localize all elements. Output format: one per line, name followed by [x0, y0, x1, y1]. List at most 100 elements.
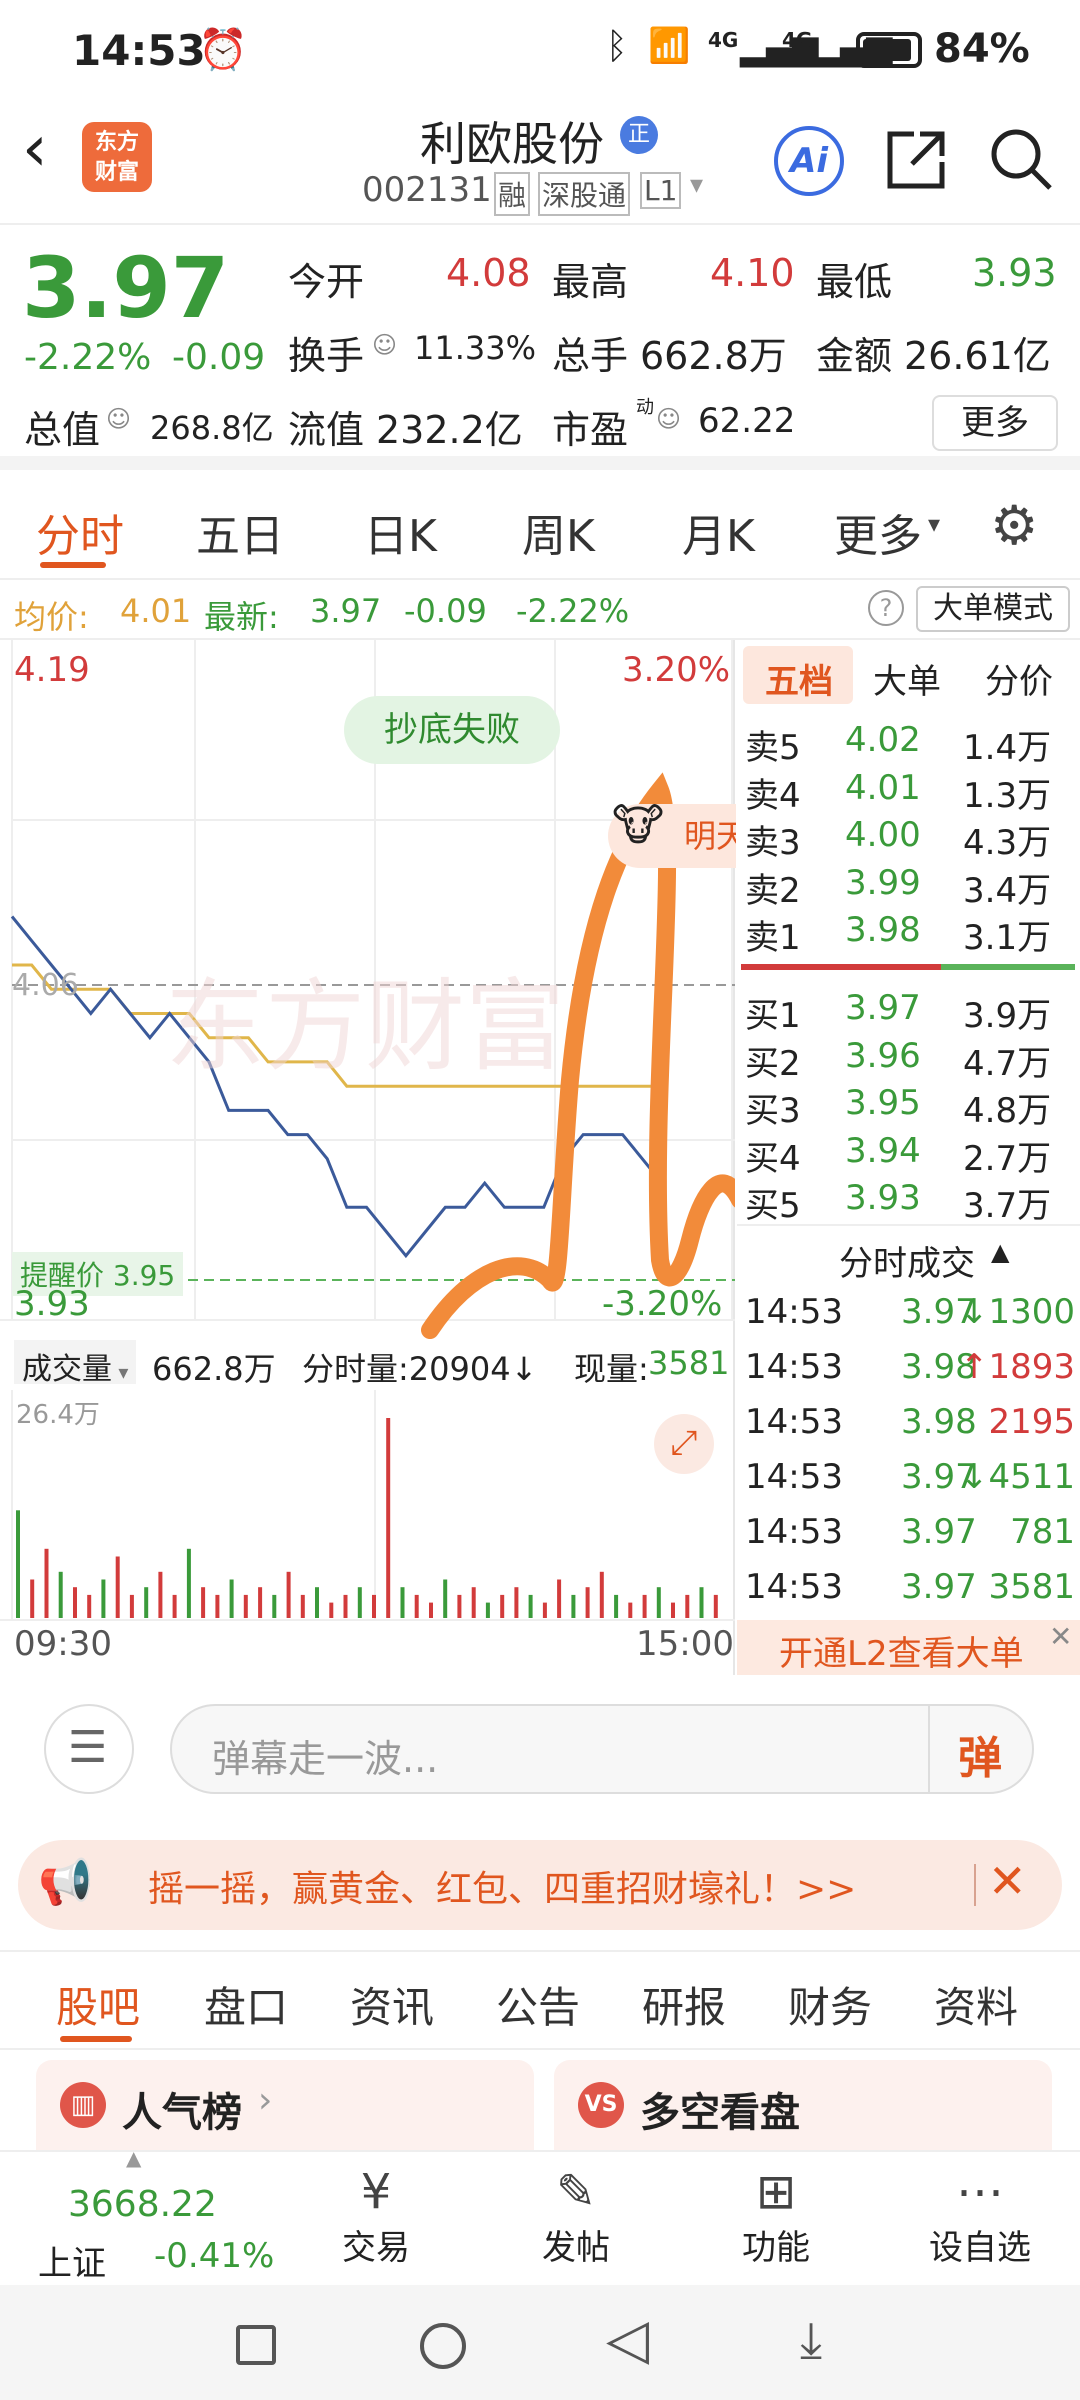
ask-row[interactable]: 卖2 3.99 3.4万 — [745, 863, 1075, 911]
last-value: 3.97 — [310, 592, 382, 630]
mktcap-value: 268.8亿 — [150, 409, 274, 447]
chart-bar-icon: ▥ — [60, 2082, 106, 2128]
bid-row[interactable]: 买3 3.95 4.8万 — [745, 1083, 1075, 1131]
close-icon[interactable]: ✕ — [1049, 1620, 1072, 1653]
bid-volume: 3.7万 — [963, 1186, 1052, 1226]
index-name: 上证 — [38, 2244, 106, 2284]
recents-icon[interactable] — [236, 2325, 276, 2365]
help-icon[interactable]: ? — [868, 590, 904, 626]
level-dropdown-icon[interactable]: ▾ — [690, 170, 703, 200]
info-icon[interactable]: ☺ — [372, 331, 397, 359]
nav-post[interactable]: ✎ 发帖 — [536, 2164, 616, 2269]
tab-handicap[interactable]: 盘口 — [204, 1974, 288, 2035]
volume-bar — [101, 1579, 106, 1618]
popularity-label[interactable]: 人气榜 — [122, 2080, 242, 2138]
grid-icon: ⊞ — [755, 2164, 797, 2220]
tab-level5[interactable]: 五档 — [765, 654, 833, 703]
tab-monthly-k[interactable]: 月K — [682, 500, 755, 564]
back-nav-icon[interactable]: ◁ — [606, 2307, 649, 2372]
big-order-mode-button[interactable]: 大单模式 — [916, 586, 1070, 632]
tab-announcements[interactable]: 公告 — [496, 1974, 580, 2035]
volume-indicator-selector[interactable]: 成交量 ▾ — [14, 1340, 137, 1387]
ask-label: 卖3 — [745, 823, 801, 863]
system-navigation: ◁ ⤓ — [0, 2285, 1080, 2400]
ask-row[interactable]: 卖3 4.00 4.3万 — [745, 815, 1075, 863]
volume-bar — [243, 1594, 248, 1618]
danmaku-toggle-button[interactable]: 弹 — [958, 1722, 1002, 1786]
settings-gear-icon[interactable]: ⚙ — [990, 494, 1038, 557]
nav-functions[interactable]: ⊞ 功能 — [736, 2164, 816, 2269]
intraday-chart[interactable]: 东方财富 4.19 3.20% 4.06 抄底失败 明天 🐮 提醒价 3.95 … — [0, 640, 736, 1675]
trade-time: 14:53 — [745, 1512, 843, 1552]
index-value[interactable]: 3668.22 — [68, 2184, 217, 2225]
tab-daily-k[interactable]: 日K — [364, 500, 437, 564]
l2-promo[interactable]: 开通L2查看大单 ✕ — [737, 1620, 1080, 1675]
bid-price: 3.95 — [845, 1083, 921, 1123]
current-volume-label: 现量: — [574, 1350, 649, 1388]
ask-bid-ratio-red — [741, 964, 941, 970]
tab-intraday[interactable]: 分时 — [36, 500, 124, 564]
back-icon[interactable]: ‹ — [22, 112, 48, 186]
tab-profile[interactable]: 资料 — [934, 1974, 1018, 2035]
volume-bar — [514, 1587, 519, 1618]
tab-indicator — [60, 2036, 132, 2042]
bid-row[interactable]: 买5 3.93 3.7万 — [745, 1178, 1075, 1226]
ask-row[interactable]: 卖4 4.01 1.3万 — [745, 768, 1075, 816]
l2-promo-text[interactable]: 开通L2查看大单 — [779, 1626, 1024, 1675]
wifi-icon: 📶 — [648, 26, 691, 66]
stock-code: 002131 — [362, 170, 492, 210]
volume-total: 662.8万 — [152, 1350, 276, 1388]
expand-icon[interactable]: ⤢ — [654, 1414, 714, 1474]
trade-row: 14:53 3.97 ↓1300 — [745, 1292, 1075, 1348]
bull-bear-label[interactable]: 多空看盘 — [640, 2080, 800, 2138]
tab-big-order[interactable]: 大单 — [873, 654, 941, 703]
search-icon[interactable] — [988, 126, 1054, 192]
tab-more[interactable]: 更多 — [834, 500, 922, 564]
volume-bar — [357, 1587, 362, 1618]
close-icon[interactable]: ✕ — [988, 1854, 1027, 1908]
tab-research[interactable]: 研报 — [642, 1974, 726, 2035]
tab-price-dist[interactable]: 分价 — [985, 654, 1053, 703]
ask-row[interactable]: 卖5 4.02 1.4万 — [745, 720, 1075, 768]
tab-news[interactable]: 资讯 — [350, 1974, 434, 2035]
ask-price: 4.02 — [845, 720, 921, 760]
tag-level[interactable]: L1 — [640, 172, 682, 209]
ask-label: 卖4 — [745, 775, 801, 816]
divider — [974, 1864, 976, 1906]
ai-button[interactable]: Ai — [774, 126, 844, 196]
popularity-card[interactable]: ▥ 人气榜 › — [36, 2060, 534, 2150]
bid-row[interactable]: 买1 3.97 3.9万 — [745, 988, 1075, 1036]
tab-5day[interactable]: 五日 — [196, 500, 284, 564]
info-icon[interactable]: ☺ — [656, 405, 681, 433]
trades-title[interactable]: 分时成交 — [839, 1236, 975, 1285]
promo-text[interactable]: 摇一摇，赢黄金、红包、四重招财壕礼！>> — [148, 1860, 856, 1912]
info-icon[interactable]: ☺ — [106, 405, 131, 433]
trade-time: 14:53 — [745, 1567, 843, 1607]
danmaku-input[interactable]: 弹幕走一波... 弹 — [170, 1704, 1034, 1794]
signal-tag[interactable]: 抄底失败 — [344, 696, 560, 764]
bid-label: 买3 — [745, 1091, 801, 1131]
nav-trade[interactable]: ¥ 交易 — [336, 2164, 416, 2269]
danmaku-settings-button[interactable]: ☰ — [44, 1704, 134, 1794]
bull-bear-card[interactable]: VS 多空看盘 — [554, 2060, 1052, 2150]
more-circle-icon: ⋯ — [956, 2164, 1004, 2220]
home-icon[interactable] — [420, 2323, 466, 2369]
volume-indicator-label: 成交量 — [22, 1352, 112, 1387]
trade-price: 3.97 — [901, 1567, 977, 1607]
bid-row[interactable]: 买4 3.94 2.7万 — [745, 1131, 1075, 1179]
promo-banner[interactable]: 📢 摇一摇，赢黄金、红包、四重招财壕礼！>> ✕ — [18, 1840, 1062, 1930]
bid-row[interactable]: 买2 3.96 4.7万 — [745, 1036, 1075, 1084]
current-volume-value: 3581 — [648, 1344, 730, 1382]
ask-row[interactable]: 卖1 3.98 3.1万 — [745, 910, 1075, 958]
share-icon[interactable] — [884, 128, 948, 192]
tab-forum[interactable]: 股吧 — [56, 1974, 140, 2035]
notification-pull-icon[interactable]: ⤓ — [800, 2311, 822, 2370]
volume-bar — [144, 1587, 149, 1618]
tab-weekly-k[interactable]: 周K — [522, 500, 595, 564]
megaphone-icon: 📢 — [38, 1857, 93, 1908]
more-button[interactable]: 更多 — [932, 395, 1058, 451]
tab-financials[interactable]: 财务 — [788, 1974, 872, 2035]
ask-volume: 3.1万 — [963, 918, 1052, 958]
network-4g-2: 4G — [782, 28, 813, 52]
nav-add-watchlist[interactable]: ⋯ 设自选 — [920, 2164, 1040, 2269]
